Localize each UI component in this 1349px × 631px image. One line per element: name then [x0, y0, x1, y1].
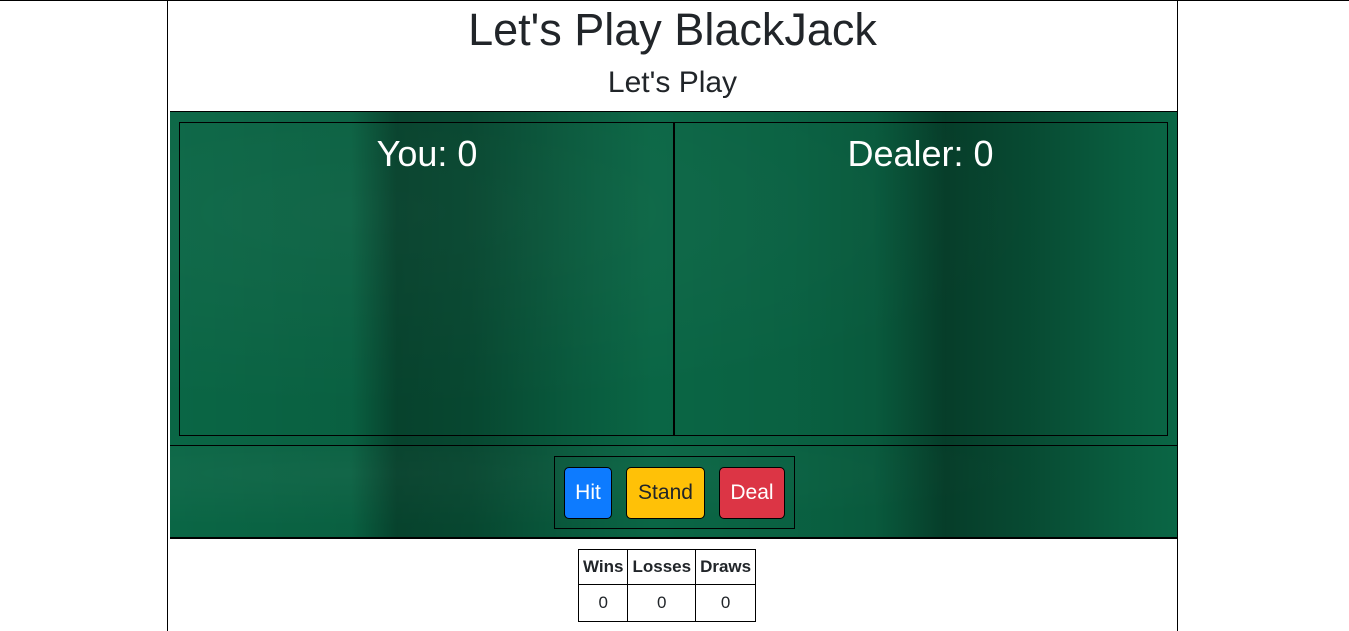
wins-header: Wins [577, 549, 629, 585]
player-hand-area: You: 0 [179, 122, 675, 436]
action-button-group: Hit Stand Deal [554, 456, 795, 529]
dealer-hand-area: Dealer: 0 [673, 122, 1168, 436]
wins-value: 0 [577, 584, 629, 622]
dealer-score-label: Dealer: 0 [847, 133, 994, 174]
losses-value: 0 [627, 584, 697, 622]
controls-area: Hit Stand Deal [170, 446, 1177, 539]
stand-button[interactable]: Stand [626, 467, 705, 519]
losses-header: Losses [627, 549, 697, 585]
scoreboard-value-row: 0 0 0 [577, 584, 757, 622]
blackjack-table: You: 0 Dealer: 0 [170, 111, 1177, 446]
draws-value: 0 [695, 584, 757, 622]
draws-header: Draws [695, 549, 757, 585]
deal-button[interactable]: Deal [719, 467, 785, 519]
hit-button[interactable]: Hit [564, 467, 612, 519]
scoreboard-table: Wins Losses Draws 0 0 0 [577, 549, 757, 622]
game-container: Let's Play BlackJack Let's Play You: 0 D… [167, 1, 1178, 631]
page-title: Let's Play BlackJack [468, 4, 877, 55]
game-status: Let's Play [607, 66, 738, 99]
scoreboard-header-row: Wins Losses Draws [577, 549, 757, 585]
player-score-label: You: 0 [376, 133, 478, 174]
